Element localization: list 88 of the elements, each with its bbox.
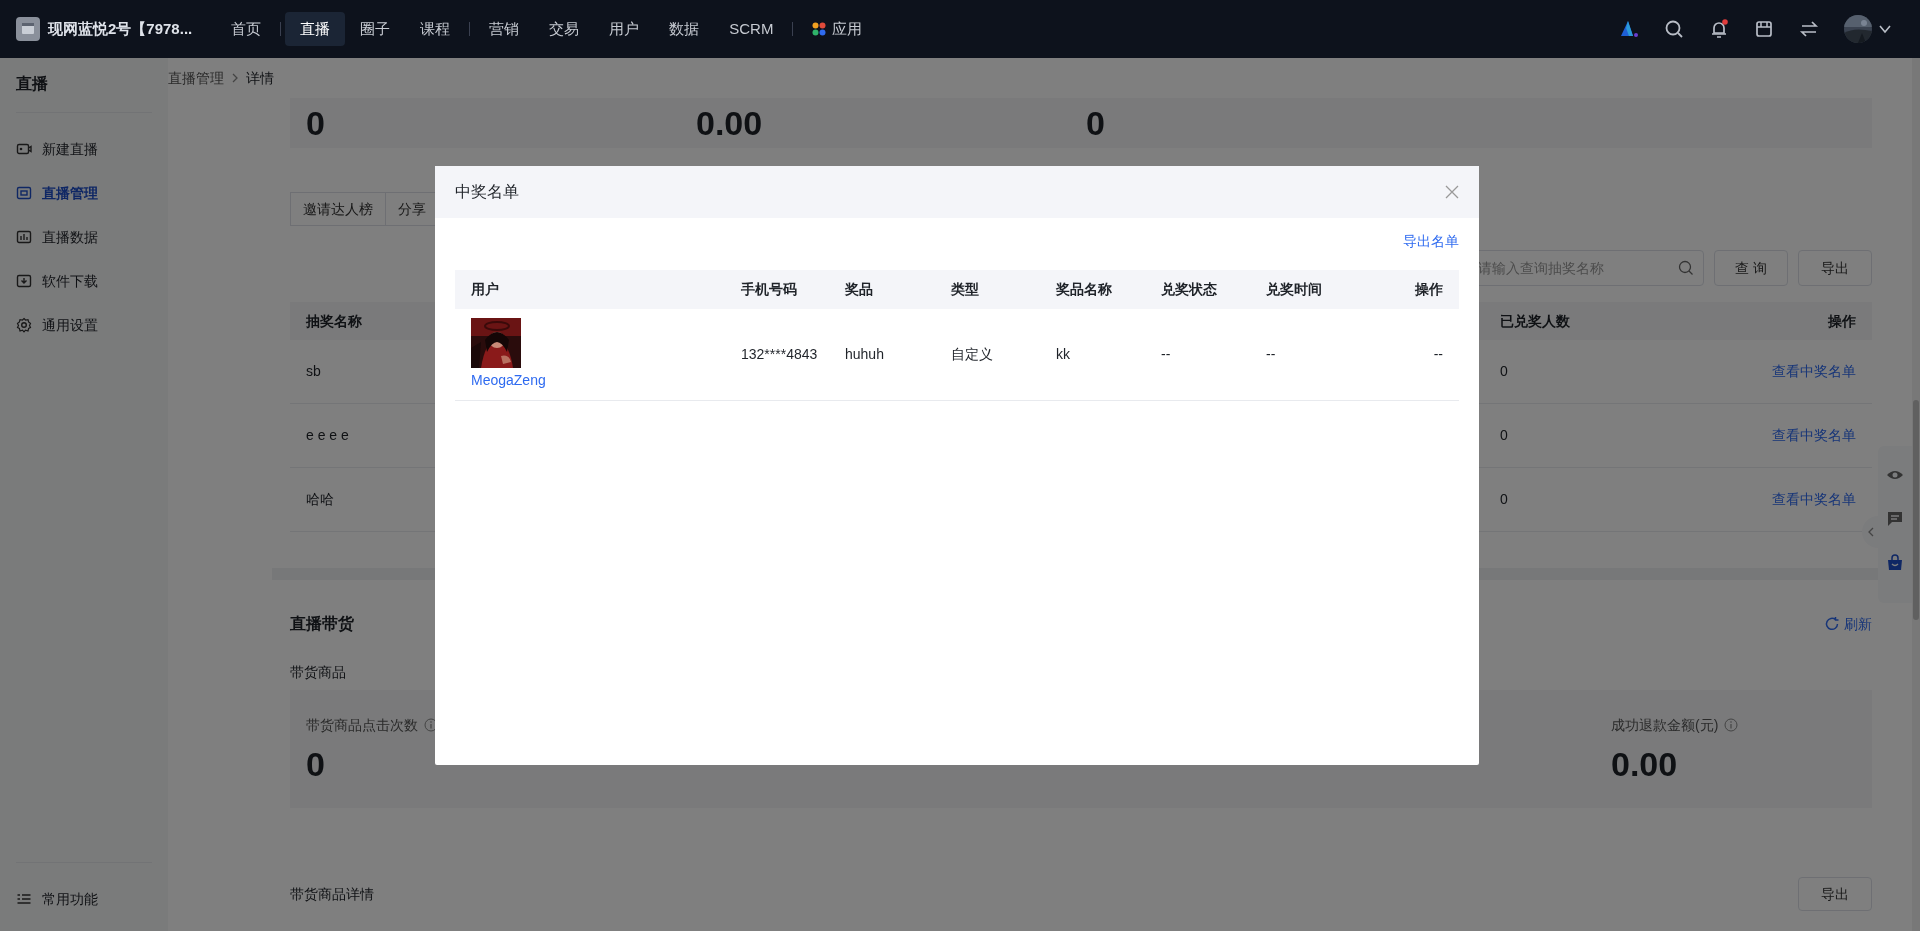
table-cell: huhuh [845, 345, 884, 362]
shopping-bag-icon[interactable] [1886, 554, 1904, 572]
table-cell-text: 0 [1500, 362, 1508, 381]
nav-tab[interactable]: 首页 [216, 11, 277, 47]
nav-tab[interactable]: 圈子 [345, 11, 406, 47]
stat-label: 成功退款金额(元) [1611, 715, 1719, 735]
column-header: 已兑奖人数 [1500, 311, 1570, 331]
bell-icon[interactable] [1709, 19, 1729, 39]
info-icon [1724, 718, 1739, 732]
export-button[interactable]: 导出 [1798, 877, 1872, 911]
breadcrumb-current: 详情 [246, 68, 274, 88]
nav-tab[interactable]: 课程 [405, 11, 466, 47]
column-header: 奖品名称 [1056, 281, 1112, 297]
refresh-link[interactable]: 刷新 [1824, 613, 1872, 635]
table-cell-text: sb [306, 362, 321, 381]
store-icon[interactable] [1754, 19, 1774, 39]
column-header: 操作 [1415, 281, 1443, 297]
video-camera-icon [16, 141, 32, 157]
store-logo-icon [16, 17, 40, 41]
table-cell-text: 0 [1500, 426, 1508, 445]
chevron-right-icon [230, 73, 240, 83]
column-header: 兑奖时间 [1266, 281, 1322, 297]
table-cell-text: 0 [1500, 490, 1508, 509]
sidebar-item[interactable]: 新建直播 [0, 127, 168, 171]
sidebar-footer-item[interactable]: 常用功能 [0, 877, 168, 921]
table-cell: 132****4843 [741, 345, 818, 362]
table-cell: -- [1266, 345, 1276, 362]
stat-value: 0.00 [1611, 745, 1678, 783]
swap-icon[interactable] [1799, 19, 1819, 39]
query-button[interactable]: 查 询 [1714, 250, 1788, 286]
export-list-link[interactable]: 导出名单 [1403, 231, 1459, 270]
close-icon[interactable] [1445, 185, 1459, 199]
chevron-left-icon [1867, 527, 1875, 537]
shop-name[interactable]: 现网蓝悦2号【7978... [48, 17, 193, 41]
export-button[interactable]: 导出 [1798, 250, 1872, 286]
nav-tab[interactable]: 营销 [474, 11, 535, 47]
table-cell: -- [1433, 345, 1443, 362]
stat-label: 带货商品点击次数 [306, 715, 418, 735]
sidebar-title: 直播 [15, 74, 49, 94]
nav-tab[interactable]: 数据 [654, 11, 715, 47]
screen-icon [16, 185, 32, 201]
view-winners-link[interactable]: 查看中奖名单 [1772, 361, 1856, 382]
search-icon[interactable] [1664, 19, 1684, 39]
column-header: 用户 [471, 281, 499, 297]
bar-chart-icon [16, 229, 32, 245]
column-header: 抽奖名称 [306, 311, 362, 331]
subsection-title: 带货商品 [290, 663, 347, 682]
column-header: 操作 [1828, 311, 1856, 331]
info-icon [424, 718, 438, 732]
breadcrumb-link[interactable]: 直播管理 [168, 67, 224, 89]
chat-icon[interactable] [1886, 510, 1904, 528]
nav-tab[interactable]: 交易 [534, 11, 595, 47]
stat-value: 0.00 [695, 103, 764, 144]
refresh-icon [1824, 616, 1840, 632]
stat-value: 0 [1085, 103, 1106, 144]
dialog-title: 中奖名单 [455, 182, 519, 202]
nav-tab[interactable]: SCRM [714, 11, 789, 47]
sidebar-item[interactable]: 软件下载 [0, 259, 168, 303]
column-header: 手机号码 [741, 281, 797, 297]
table-cell: kk [1056, 345, 1070, 362]
nav-tab[interactable]: 直播 [285, 11, 346, 47]
table-cell-text: e e e e [306, 426, 349, 445]
table-cell: 自定义 [951, 345, 993, 362]
nav-tab[interactable]: 用户 [594, 11, 655, 47]
triangle-logo-icon[interactable] [1619, 19, 1639, 39]
subsection-title: 带货商品详情 [290, 884, 374, 904]
column-header: 兑奖状态 [1161, 281, 1217, 297]
sidebar-item[interactable]: 通用设置 [0, 303, 168, 347]
column-header: 奖品 [845, 281, 873, 297]
ranking-tab[interactable]: 邀请达人榜 [290, 192, 386, 226]
view-winners-link[interactable]: 查看中奖名单 [1772, 425, 1856, 446]
settings-icon [16, 317, 32, 333]
column-header: 类型 [951, 281, 979, 297]
section-title: 直播带货 [290, 614, 354, 635]
sidebar-item[interactable]: 直播数据 [0, 215, 168, 259]
table-cell: -- [1161, 345, 1171, 362]
list-icon [16, 891, 32, 907]
nav-tab[interactable]: 应用 [797, 11, 878, 47]
download-icon [16, 273, 32, 289]
scrollbar-thumb[interactable] [1913, 400, 1919, 620]
username-link[interactable]: MeogaZeng [471, 369, 546, 391]
stat-value: 0 [306, 745, 325, 783]
apps-icon [812, 22, 827, 36]
sidebar-item[interactable]: 直播管理 [0, 171, 168, 215]
search-icon [1678, 260, 1694, 276]
table-cell-text: 哈哈 [306, 490, 334, 509]
stat-value: 0 [305, 103, 326, 144]
view-winners-link[interactable]: 查看中奖名单 [1772, 489, 1856, 510]
